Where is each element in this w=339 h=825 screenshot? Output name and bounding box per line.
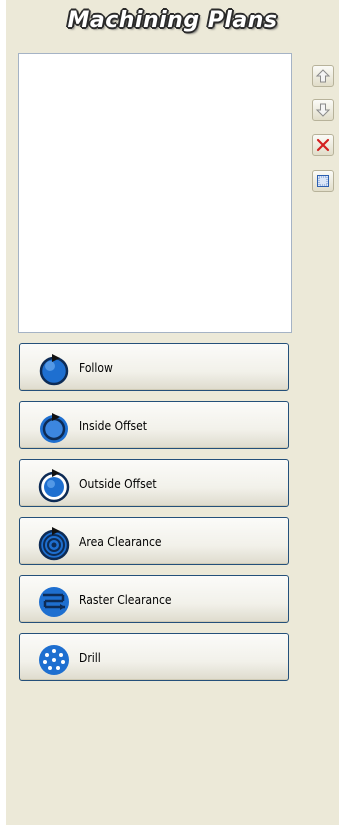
- inside-offset-icon: [36, 409, 72, 445]
- follow-icon: [36, 351, 72, 387]
- inside-offset-button[interactable]: Inside Offset: [19, 401, 289, 449]
- drill-icon: [36, 641, 72, 677]
- machining-plans-panel: Machining Plans Follow Inside Offset Out…: [6, 0, 339, 825]
- move-down-icon: [315, 102, 331, 118]
- properties-button[interactable]: [312, 170, 334, 192]
- move-down-button[interactable]: [312, 99, 334, 121]
- follow-button[interactable]: Follow: [19, 343, 289, 391]
- inside-offset-label: Inside Offset: [79, 419, 148, 433]
- raster-clearance-label: Raster Clearance: [79, 593, 172, 607]
- drill-button[interactable]: Drill: [19, 633, 289, 681]
- machining-plan-list[interactable]: [18, 53, 292, 333]
- properties-icon: [315, 173, 331, 189]
- area-clearance-icon: [36, 525, 72, 561]
- raster-clearance-icon: [36, 583, 72, 619]
- follow-label: Follow: [79, 361, 113, 375]
- delete-button[interactable]: [312, 134, 334, 156]
- area-clearance-button[interactable]: Area Clearance: [19, 517, 289, 565]
- move-up-button[interactable]: [312, 65, 334, 87]
- raster-clearance-button[interactable]: Raster Clearance: [19, 575, 289, 623]
- outside-offset-label: Outside Offset: [79, 477, 157, 491]
- area-clearance-label: Area Clearance: [79, 535, 162, 549]
- panel-title: Machining Plans: [67, 8, 278, 33]
- outside-offset-button[interactable]: Outside Offset: [19, 459, 289, 507]
- drill-label: Drill: [79, 651, 101, 665]
- delete-icon: [315, 137, 331, 153]
- outside-offset-icon: [36, 467, 72, 503]
- move-up-icon: [315, 68, 331, 84]
